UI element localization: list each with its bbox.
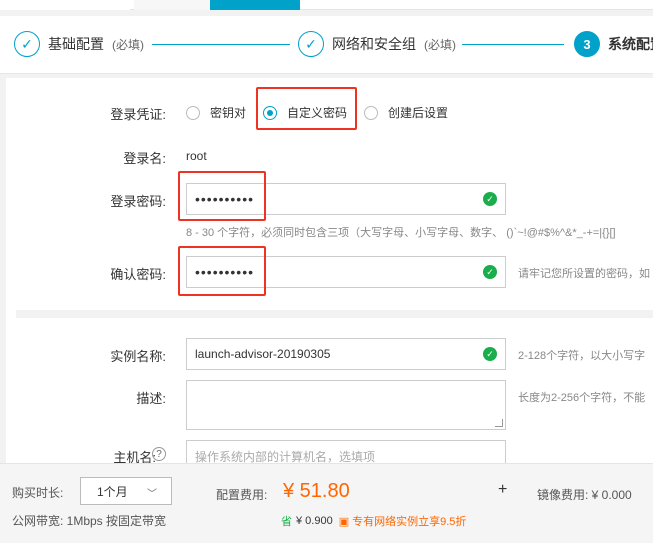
radio-circle <box>364 105 378 120</box>
top-tab-2[interactable] <box>134 0 210 10</box>
hostname-label: 主机名: <box>113 450 156 463</box>
resize-handle-icon[interactable] <box>495 419 503 427</box>
chevron-down-icon: ﹀ <box>147 489 157 500</box>
radio-circle <box>186 105 200 120</box>
highlight-box <box>178 246 266 296</box>
duration-value: 1个月 <box>97 484 128 499</box>
step-title: 网络和安全组 <box>332 36 416 52</box>
step-basic-config[interactable]: ✓ 基础配置 (必填) <box>14 29 144 59</box>
help-icon[interactable]: ? <box>152 447 166 461</box>
step-title: 系统配置 <box>608 36 653 52</box>
order-summary-bar: 购买时长: 1个月 ﹀ 公网带宽: 1Mbps 按固定带宽 配置费用: ¥ 51… <box>0 463 653 543</box>
bandwidth-info: 公网带宽: 1Mbps 按固定带宽 <box>12 514 167 528</box>
config-fee-label: 配置费用: <box>216 488 268 502</box>
instance-name-field[interactable]: launch-advisor-20190305 ✓ <box>186 338 506 370</box>
password-label: 登录密码: <box>110 194 166 209</box>
step-title: 基础配置 <box>48 36 104 52</box>
section-divider <box>16 310 653 318</box>
instance-name-value: launch-advisor-20190305 <box>195 347 331 361</box>
step-number: 3 <box>574 31 600 57</box>
saving-amount: ¥ 0.900 <box>296 515 333 527</box>
radio-keypair[interactable]: 密钥对 <box>186 104 246 121</box>
step-system-config[interactable]: 3 系统配置 <box>574 29 653 59</box>
confirm-password-hint: 请牢记您所设置的密码，如 <box>518 268 650 280</box>
saving-icon: 省 <box>281 516 292 528</box>
step-network-security[interactable]: ✓ 网络和安全组 (必填) <box>298 29 456 59</box>
promo-text[interactable]: 专有网络实例立享9.5折 <box>352 513 466 529</box>
step-required: (必填) <box>424 37 456 52</box>
config-fee-value: ¥ 51.80 <box>283 480 350 502</box>
system-config-form: 登录凭证: 密钥对 自定义密码 创建后设置 登录名: root 登录密码: ••… <box>6 78 653 463</box>
instance-name-hint: 2-128个字符，以大小写字 <box>518 350 646 362</box>
check-circle-icon: ✓ <box>483 192 497 206</box>
radio-label: 创建后设置 <box>388 106 449 120</box>
check-circle-icon: ✓ <box>483 265 497 279</box>
duration-label: 购买时长: <box>12 486 64 500</box>
top-tab-active[interactable] <box>210 0 300 10</box>
hostname-placeholder: 操作系统内部的计算机名，选填项 <box>195 449 376 464</box>
duration-select[interactable]: 1个月 ﹀ <box>80 477 172 505</box>
step-required: (必填) <box>112 37 144 52</box>
credential-label: 登录凭证: <box>110 107 166 122</box>
password-hint: 8 - 30 个字符，必须同时包含三项（大写字母、小写字母、数字、 ()`~!@… <box>186 227 616 239</box>
confirm-password-label: 确认密码: <box>110 267 166 282</box>
plus-sign: + <box>498 481 508 498</box>
top-tab-1[interactable] <box>0 0 130 10</box>
top-tab-strip <box>0 0 653 10</box>
radio-label: 密钥对 <box>210 106 247 120</box>
radio-set-later[interactable]: 创建后设置 <box>364 104 448 121</box>
tag-icon: ▣ <box>338 515 350 528</box>
login-name-label: 登录名: <box>123 151 166 166</box>
wizard-steps: ✓ 基础配置 (必填) ✓ 网络和安全组 (必填) 3 系统配置 <box>0 16 653 74</box>
description-label: 描述: <box>136 391 166 406</box>
saving-info: 省 ¥ 0.900 ▣ 专有网络实例立享9.5折 <box>281 513 466 529</box>
step-connector <box>462 44 564 45</box>
hostname-field[interactable]: 操作系统内部的计算机名，选填项 <box>186 440 506 463</box>
check-circle-icon: ✓ <box>483 347 497 361</box>
image-fee: 镜像费用: ¥ 0.000 <box>537 488 632 502</box>
highlight-box <box>256 87 357 130</box>
login-name-value: root <box>186 149 207 163</box>
check-icon: ✓ <box>298 31 324 57</box>
instance-name-label: 实例名称: <box>110 349 166 364</box>
description-textarea[interactable] <box>186 380 506 430</box>
highlight-box <box>178 171 266 221</box>
step-connector <box>152 44 290 45</box>
check-icon: ✓ <box>14 31 40 57</box>
description-hint: 长度为2-256个字符，不能 <box>518 392 646 404</box>
